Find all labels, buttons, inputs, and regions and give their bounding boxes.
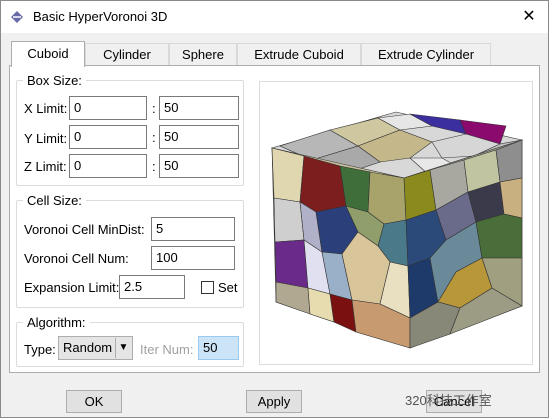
voronoi-cube-image [270,111,524,349]
tab-sphere[interactable]: Sphere [169,43,237,65]
z-limit-label: Z Limit: [24,159,67,174]
y-limit-label: Y Limit: [24,131,68,146]
x-limit-max-field[interactable]: 50 [159,96,239,120]
min-dist-field[interactable]: 5 [151,217,235,241]
y-limit-min-field[interactable]: 0 [69,125,147,149]
title-bar: Basic HyperVoronoi 3D ✕ [1,1,548,33]
z-limit-separator: : [152,159,156,174]
iter-num-field[interactable]: 50 [198,336,239,360]
iter-num-label: Iter Num: [140,342,194,357]
z-limit-max-field[interactable]: 50 [159,154,239,178]
cell-size-legend: Cell Size: [27,193,82,208]
tab-cuboid[interactable]: Cuboid [11,41,85,67]
expansion-limit-field[interactable]: 2.5 [119,275,185,299]
type-label: Type: [24,342,56,357]
algorithm-type-value: Random [63,340,113,355]
close-icon[interactable]: ✕ [516,5,542,29]
tab-cylinder[interactable]: Cylinder [85,43,169,65]
voronoi-preview [259,81,533,365]
x-limit-label: X Limit: [24,101,68,116]
cell-num-field[interactable]: 100 [151,246,235,270]
cell-num-label: Voronoi Cell Num: [24,251,129,266]
x-limit-separator: : [152,101,156,116]
y-limit-separator: : [152,130,156,145]
app-icon [11,11,23,23]
set-label: Set [218,280,238,295]
tab-extrude-cylinder[interactable]: Extrude Cylinder [361,43,491,65]
algorithm-legend: Algorithm: [27,315,86,330]
z-limit-min-field[interactable]: 0 [69,154,147,178]
min-dist-label: Voronoi Cell MinDist: [24,222,145,237]
apply-button[interactable]: Apply [246,390,302,413]
set-checkbox[interactable] [201,281,214,294]
algorithm-type-select[interactable]: Random ▼ [58,336,133,360]
y-limit-max-field[interactable]: 50 [159,125,239,149]
tab-extrude-cuboid[interactable]: Extrude Cuboid [237,43,361,65]
x-limit-min-field[interactable]: 0 [69,96,147,120]
expansion-limit-label: Expansion Limit: [24,280,120,295]
chevron-down-icon[interactable]: ▼ [115,338,131,358]
ok-button[interactable]: OK [66,390,122,413]
box-size-legend: Box Size: [27,73,82,88]
window-title: Basic HyperVoronoi 3D [33,9,168,24]
dialog-window: Basic HyperVoronoi 3D ✕ Cuboid Cylinder … [0,0,549,418]
watermark-text: 320科技工作室 [405,393,492,408]
